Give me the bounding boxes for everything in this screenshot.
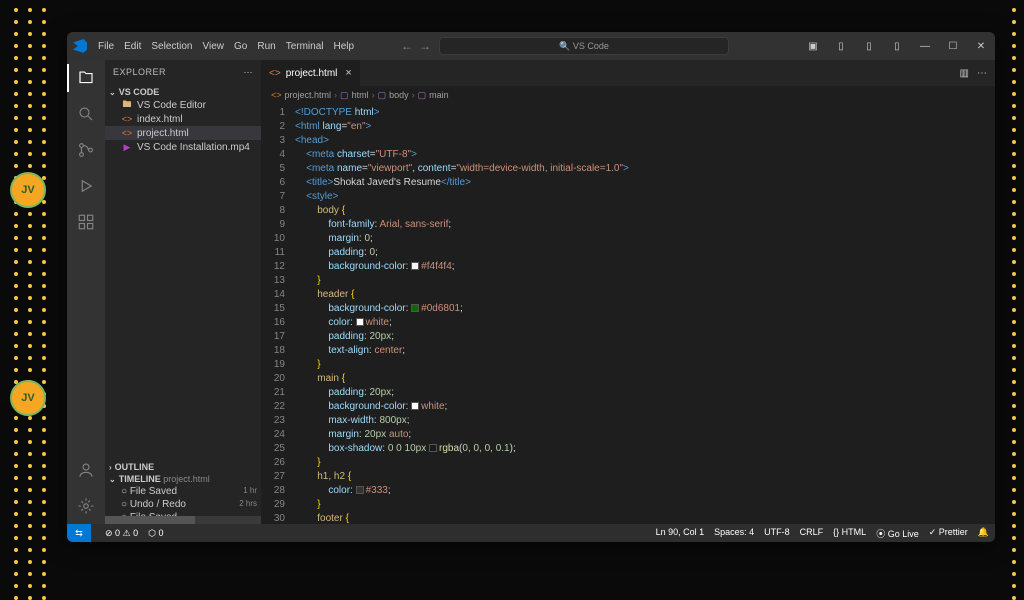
tab-bar: <> project.html × ▥ ⋯	[261, 60, 995, 86]
status-item[interactable]: ⊘ 0 ⚠ 0	[105, 528, 138, 539]
timeline-dot-icon: ○	[121, 499, 127, 510]
chevron-down-icon: ⌄	[109, 475, 116, 484]
timeline-dot-icon: ○	[121, 486, 127, 497]
layout-toggle-icon[interactable]: ▯	[883, 32, 911, 60]
explorer-title: EXPLORER	[113, 67, 166, 77]
remote-indicator[interactable]: ⇆	[67, 524, 91, 542]
account-icon[interactable]	[76, 460, 96, 480]
breadcrumb-icon: ▢	[378, 90, 387, 101]
nav-forward-icon[interactable]: →	[419, 39, 431, 53]
vscode-logo-icon	[73, 39, 87, 53]
file-icon: <>	[121, 127, 133, 139]
split-editor-icon[interactable]: ▥	[960, 68, 969, 79]
status-item[interactable]: CRLF	[800, 527, 824, 540]
code-content[interactable]: <!DOCTYPE html><html lang="en"><head> <m…	[295, 104, 995, 524]
breadcrumb[interactable]: <>project.html›▢html›▢body›▢main	[261, 86, 995, 104]
status-item[interactable]: ✓ Prettier	[929, 527, 968, 540]
activity-bar	[67, 60, 105, 524]
command-center-search[interactable]: 🔍 VS Code	[439, 37, 729, 55]
menu-view[interactable]: View	[198, 41, 230, 52]
menu-file[interactable]: File	[93, 41, 119, 52]
file-icon: ▶	[121, 141, 133, 153]
extensions-icon[interactable]	[76, 212, 96, 232]
file-icon: 🖿	[121, 99, 133, 111]
timeline-item[interactable]: ○ Undo / Redo2 hrs	[105, 498, 261, 511]
file-item[interactable]: 🖿VS Code Editor	[105, 98, 261, 112]
menu-go[interactable]: Go	[229, 41, 252, 52]
code-editor[interactable]: 1234567891011121314151617181920212223242…	[261, 104, 995, 524]
breadcrumb-icon: <>	[271, 90, 282, 100]
layout-toggle-icon[interactable]: ▣	[799, 32, 827, 60]
title-bar: FileEditSelectionViewGoRunTerminalHelp ←…	[67, 32, 995, 60]
search-placeholder: VS Code	[573, 41, 609, 51]
tab-close-icon[interactable]: ×	[345, 67, 351, 79]
horizontal-scrollbar[interactable]	[105, 516, 261, 524]
html-file-icon: <>	[269, 68, 281, 79]
breadcrumb-item[interactable]: body	[389, 90, 409, 100]
layout-controls: ▣▯▯▯	[799, 32, 911, 60]
menu-edit[interactable]: Edit	[119, 41, 146, 52]
tab-project-html[interactable]: <> project.html ×	[261, 60, 361, 86]
settings-gear-icon[interactable]	[76, 496, 96, 516]
status-item[interactable]: UTF-8	[764, 527, 790, 540]
chevron-right-icon: ›	[109, 463, 112, 472]
breadcrumb-item[interactable]: html	[352, 90, 369, 100]
close-window-button[interactable]: ✕	[967, 32, 995, 60]
layout-toggle-icon[interactable]: ▯	[855, 32, 883, 60]
search-activity-icon[interactable]	[76, 104, 96, 124]
file-item[interactable]: <>project.html	[105, 126, 261, 140]
menu-terminal[interactable]: Terminal	[281, 41, 329, 52]
outline-section[interactable]: ›OUTLINE	[105, 461, 261, 473]
source-control-icon[interactable]	[76, 140, 96, 160]
timeline-item[interactable]: ○ File Saved1 hr	[105, 485, 261, 498]
nav-back-icon[interactable]: ←	[401, 39, 413, 53]
breadcrumb-item[interactable]: main	[429, 90, 449, 100]
menu-selection[interactable]: Selection	[146, 41, 197, 52]
menu-run[interactable]: Run	[252, 41, 280, 52]
chevron-down-icon: ⌄	[109, 88, 116, 97]
menu-bar: FileEditSelectionViewGoRunTerminalHelp	[93, 41, 359, 52]
avatar-badge: JV	[10, 380, 46, 416]
file-item[interactable]: <>index.html	[105, 112, 261, 126]
breadcrumb-icon: ▢	[340, 90, 349, 101]
nav-controls: ← →	[401, 39, 431, 53]
status-item[interactable]: 🔔	[978, 527, 989, 540]
editor-group: <> project.html × ▥ ⋯ <>project.html›▢ht…	[261, 60, 995, 524]
status-item[interactable]: Spaces: 4	[714, 527, 754, 540]
layout-toggle-icon[interactable]: ▯	[827, 32, 855, 60]
file-item[interactable]: ▶VS Code Installation.mp4	[105, 140, 261, 154]
vscode-window: FileEditSelectionViewGoRunTerminalHelp ←…	[67, 32, 995, 542]
explorer-icon[interactable]	[76, 68, 96, 88]
sidebar: EXPLORER ⋯ ⌄VS CODE 🖿VS Code Editor<>ind…	[105, 60, 261, 524]
explorer-more-icon[interactable]: ⋯	[244, 67, 254, 78]
file-icon: <>	[121, 113, 133, 125]
line-gutter: 1234567891011121314151617181920212223242…	[261, 104, 295, 524]
search-icon: 🔍	[559, 41, 570, 52]
breadcrumb-item[interactable]: project.html	[285, 90, 332, 100]
more-actions-icon[interactable]: ⋯	[977, 68, 987, 79]
minimize-button[interactable]: —	[911, 32, 939, 60]
tab-label: project.html	[286, 68, 338, 79]
status-bar: ⇆ ⊘ 0 ⚠ 0 ⬡ 0 Ln 90, Col 1 Spaces: 4 UTF-8 C…	[67, 524, 995, 542]
status-item[interactable]: Ln 90, Col 1	[656, 527, 705, 540]
breadcrumb-icon: ▢	[418, 90, 427, 101]
status-item[interactable]: ⬡ 0	[148, 528, 163, 539]
status-item[interactable]: {} HTML	[833, 527, 866, 540]
avatar-badge: JV	[10, 172, 46, 208]
timeline-section[interactable]: ⌄TIMELINE project.html	[105, 473, 261, 485]
menu-help[interactable]: Help	[329, 41, 360, 52]
debug-icon[interactable]	[76, 176, 96, 196]
maximize-button[interactable]: ☐	[939, 32, 967, 60]
status-item[interactable]: ⦿ Go Live	[876, 527, 919, 540]
